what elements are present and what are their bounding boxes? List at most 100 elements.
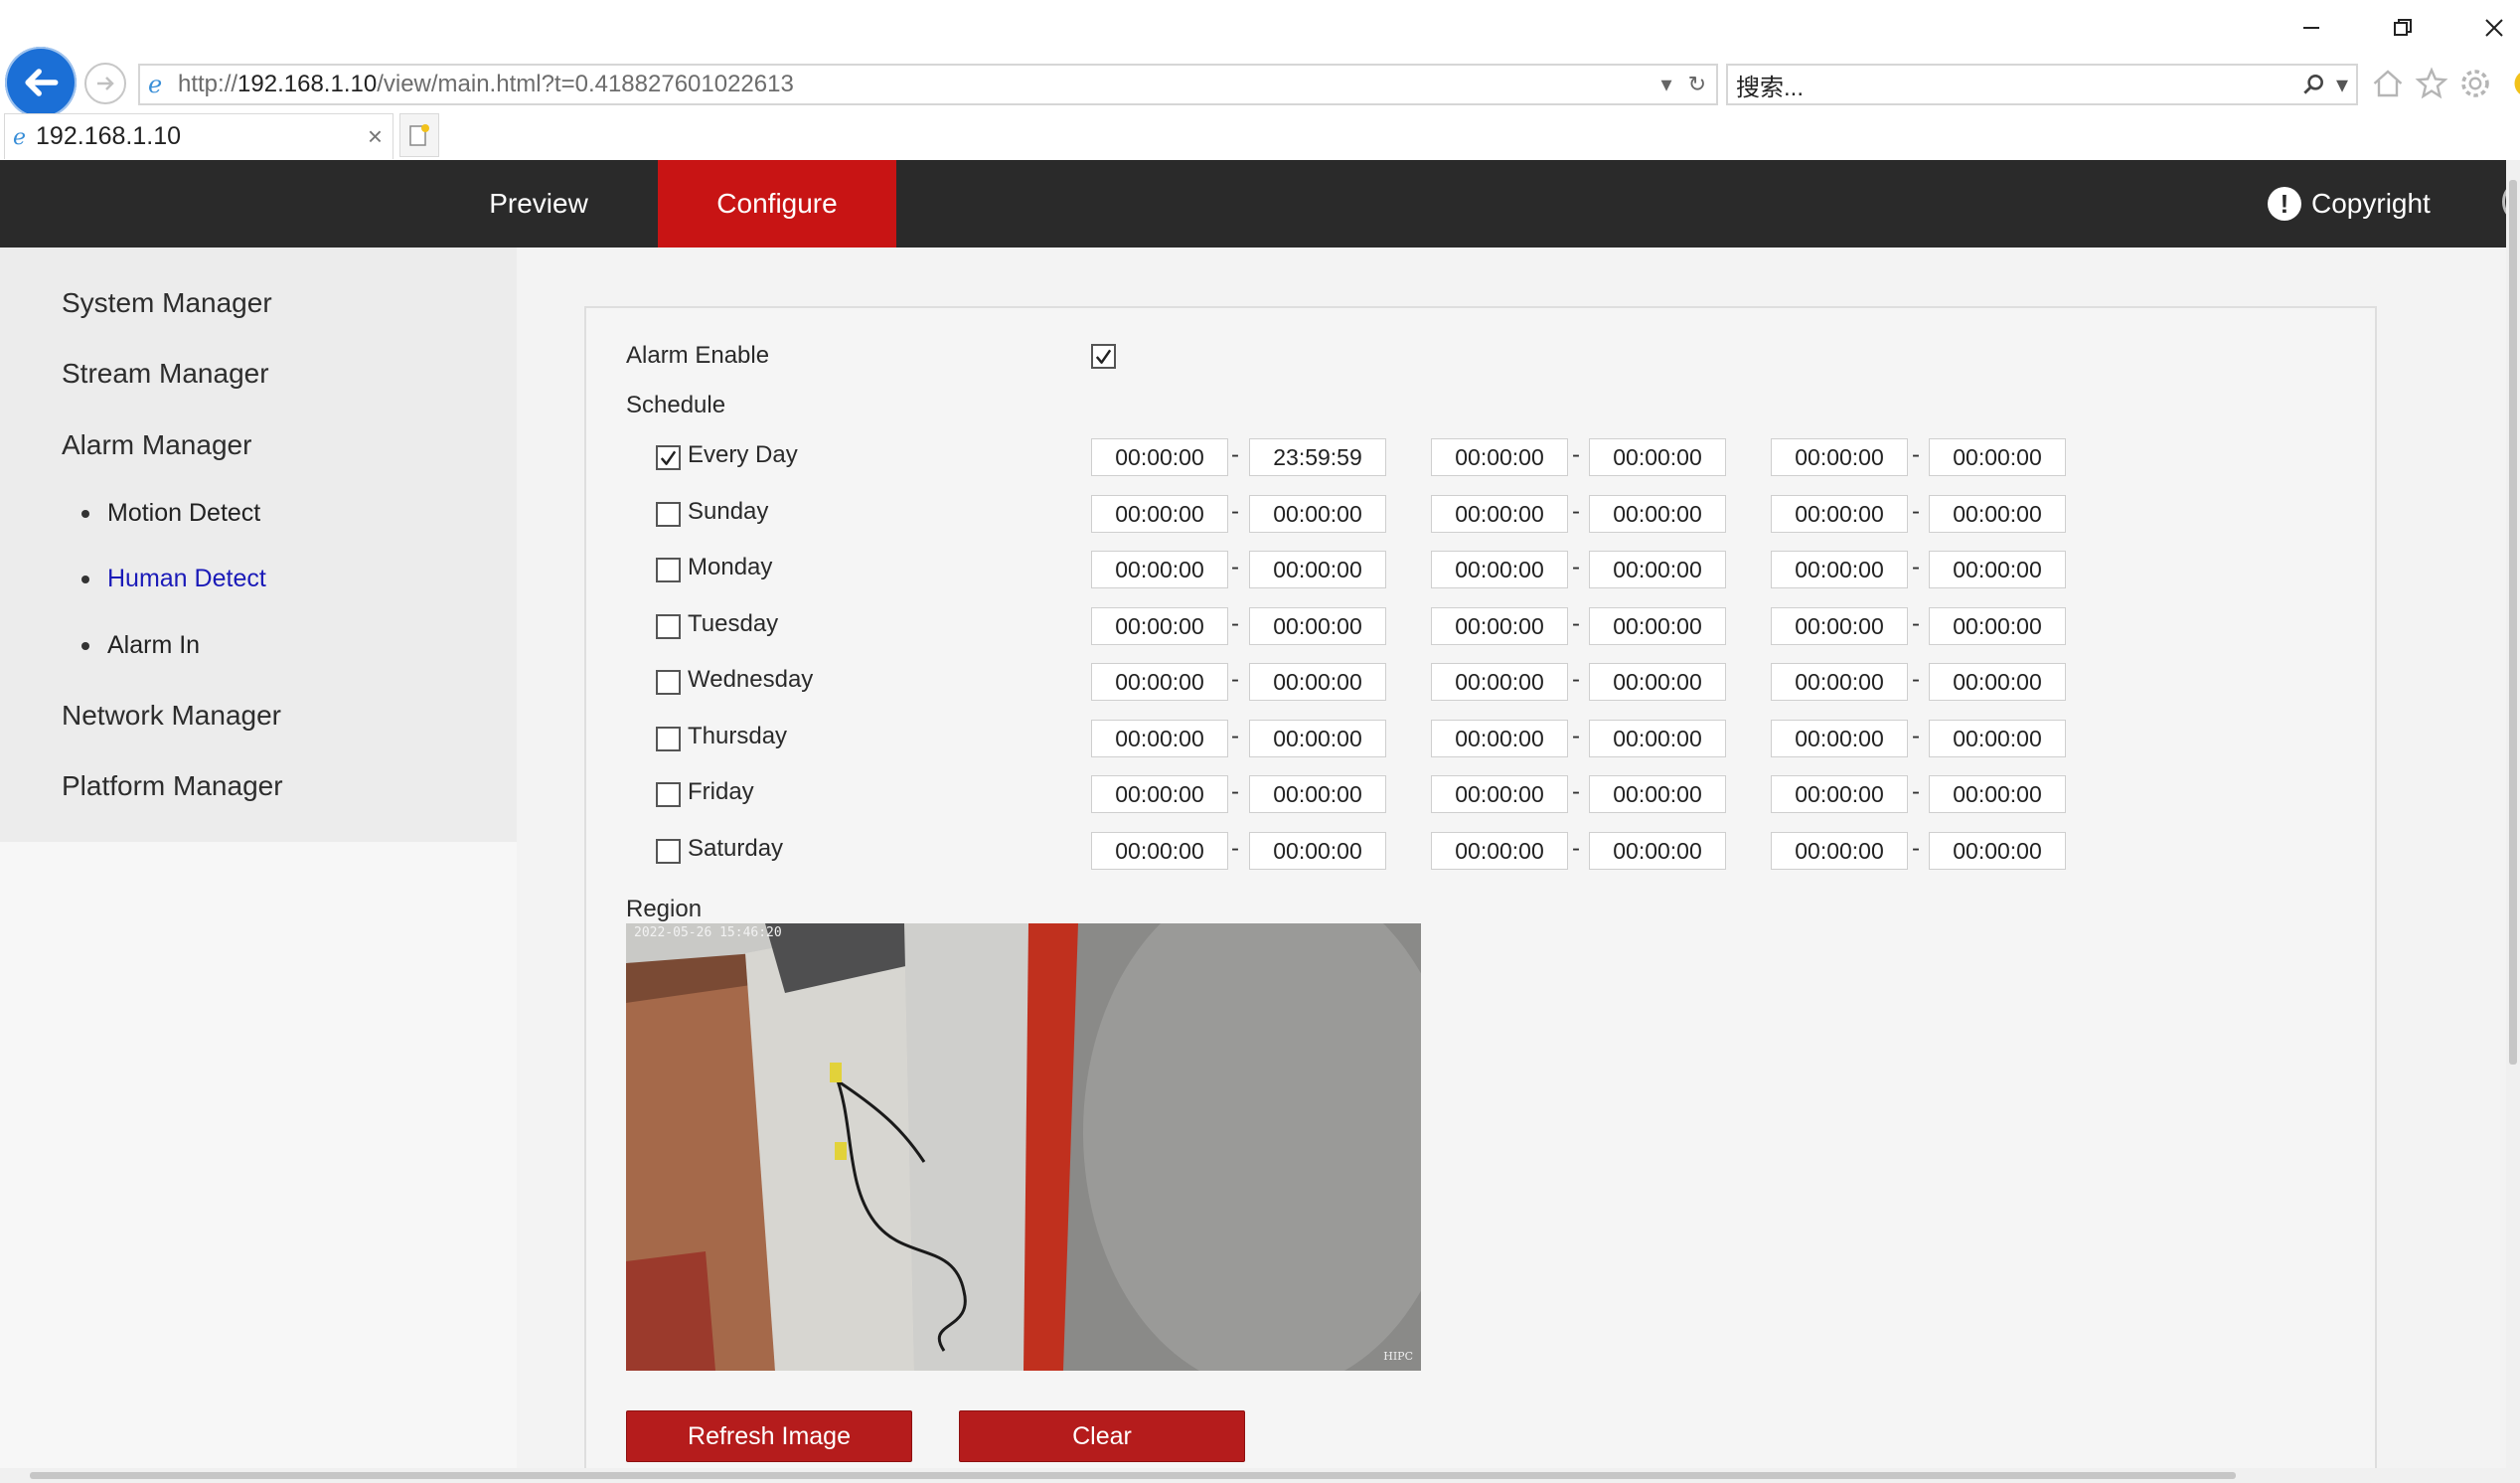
time-input-saturday-3[interactable]: [1431, 832, 1568, 870]
time-input-saturday-5[interactable]: [1771, 832, 1908, 870]
search-input[interactable]: 搜索... ▾: [1726, 64, 2358, 105]
sidebar-subitem-human-detect[interactable]: Human Detect: [81, 565, 266, 593]
time-input-every-day-3[interactable]: [1431, 438, 1568, 476]
sidebar-item-alarm-manager[interactable]: Alarm Manager: [62, 429, 251, 461]
sidebar-subitem-motion-detect[interactable]: Motion Detect: [81, 499, 260, 528]
minimize-icon[interactable]: [2282, 6, 2341, 50]
back-arrow-icon[interactable]: [5, 47, 77, 118]
vertical-scrollbar[interactable]: [2506, 160, 2520, 1468]
time-input-friday-4[interactable]: [1589, 775, 1726, 813]
tab-configure[interactable]: Configure: [658, 160, 896, 247]
horizontal-scrollbar[interactable]: [0, 1468, 2520, 1483]
time-input-thursday-5[interactable]: [1771, 720, 1908, 757]
day-label-wednesday: Wednesday: [688, 666, 814, 693]
alarm-enable-checkbox[interactable]: [1091, 344, 1116, 369]
time-input-saturday-2[interactable]: [1249, 832, 1386, 870]
tab-preview[interactable]: Preview: [437, 160, 640, 247]
checkbox-friday[interactable]: [656, 782, 681, 807]
forward-arrow-icon[interactable]: [84, 63, 126, 104]
time-input-tuesday-2[interactable]: [1249, 607, 1386, 645]
sidebar-item-platform-manager[interactable]: Platform Manager: [62, 770, 283, 802]
time-input-monday-5[interactable]: [1771, 551, 1908, 588]
time-input-friday-6[interactable]: [1929, 775, 2066, 813]
time-input-friday-1[interactable]: [1091, 775, 1228, 813]
checkbox-every-day[interactable]: [656, 445, 681, 470]
time-input-every-day-6[interactable]: [1929, 438, 2066, 476]
time-input-wednesday-3[interactable]: [1431, 663, 1568, 701]
time-input-wednesday-6[interactable]: [1929, 663, 2066, 701]
time-input-sunday-5[interactable]: [1771, 495, 1908, 533]
time-input-saturday-6[interactable]: [1929, 832, 2066, 870]
time-input-monday-1[interactable]: [1091, 551, 1228, 588]
time-input-thursday-6[interactable]: [1929, 720, 2066, 757]
sidebar-item-system-manager[interactable]: System Manager: [62, 287, 272, 319]
time-input-friday-5[interactable]: [1771, 775, 1908, 813]
time-input-wednesday-4[interactable]: [1589, 663, 1726, 701]
checkbox-saturday[interactable]: [656, 839, 681, 864]
time-input-sunday-3[interactable]: [1431, 495, 1568, 533]
clear-button[interactable]: Clear: [959, 1410, 1245, 1462]
dropdown-arrow-icon[interactable]: ▾: [1661, 72, 1672, 97]
time-input-sunday-2[interactable]: [1249, 495, 1386, 533]
favorites-star-icon[interactable]: [2414, 66, 2449, 101]
time-input-wednesday-2[interactable]: [1249, 663, 1386, 701]
copyright-link[interactable]: ! Copyright: [2268, 160, 2431, 247]
time-input-tuesday-4[interactable]: [1589, 607, 1726, 645]
address-bar[interactable]: ℯ http://192.168.1.10/view/main.html?t=0…: [138, 64, 1718, 105]
vertical-scrollbar-thumb[interactable]: [2509, 180, 2517, 1065]
time-input-monday-6[interactable]: [1929, 551, 2066, 588]
time-input-every-day-2[interactable]: [1249, 438, 1386, 476]
search-dropdown-icon[interactable]: ▾: [2336, 71, 2348, 99]
time-input-monday-4[interactable]: [1589, 551, 1726, 588]
checkbox-sunday[interactable]: [656, 502, 681, 527]
time-input-saturday-1[interactable]: [1091, 832, 1228, 870]
checkbox-thursday[interactable]: [656, 727, 681, 751]
time-input-every-day-1[interactable]: [1091, 438, 1228, 476]
time-input-sunday-1[interactable]: [1091, 495, 1228, 533]
refresh-image-button[interactable]: Refresh Image: [626, 1410, 912, 1462]
time-input-tuesday-6[interactable]: [1929, 607, 2066, 645]
time-range-dash: -: [1572, 778, 1580, 805]
time-input-thursday-2[interactable]: [1249, 720, 1386, 757]
region-video-preview[interactable]: 2022-05-26 15:46:20 HIPC: [626, 923, 1421, 1371]
time-range-dash: -: [1572, 666, 1580, 693]
time-input-every-day-5[interactable]: [1771, 438, 1908, 476]
time-input-tuesday-1[interactable]: [1091, 607, 1228, 645]
horizontal-scrollbar-thumb[interactable]: [30, 1472, 2236, 1479]
time-input-saturday-4[interactable]: [1589, 832, 1726, 870]
time-input-thursday-1[interactable]: [1091, 720, 1228, 757]
close-window-icon[interactable]: [2464, 6, 2520, 50]
checkbox-tuesday[interactable]: [656, 614, 681, 639]
smiley-feedback-icon[interactable]: [2501, 66, 2520, 101]
video-timestamp: 2022-05-26 15:46:20: [634, 925, 782, 940]
checkbox-monday[interactable]: [656, 558, 681, 582]
sidebar-item-stream-manager[interactable]: Stream Manager: [62, 358, 269, 390]
tab-close-icon[interactable]: ×: [368, 121, 383, 152]
time-input-tuesday-3[interactable]: [1431, 607, 1568, 645]
search-icon[interactable]: [2300, 72, 2326, 97]
time-range-dash: -: [1231, 835, 1239, 862]
time-input-monday-2[interactable]: [1249, 551, 1386, 588]
sidebar-item-network-manager[interactable]: Network Manager: [62, 700, 281, 732]
checkbox-wednesday[interactable]: [656, 670, 681, 695]
time-input-friday-3[interactable]: [1431, 775, 1568, 813]
time-input-thursday-4[interactable]: [1589, 720, 1726, 757]
time-input-wednesday-1[interactable]: [1091, 663, 1228, 701]
time-input-tuesday-5[interactable]: [1771, 607, 1908, 645]
time-input-sunday-6[interactable]: [1929, 495, 2066, 533]
time-range-dash: -: [1572, 723, 1580, 749]
settings-gear-icon[interactable]: [2457, 66, 2493, 101]
sidebar-subitem-alarm-in[interactable]: Alarm In: [81, 631, 200, 660]
restore-icon[interactable]: [2373, 6, 2433, 50]
time-input-friday-2[interactable]: [1249, 775, 1386, 813]
time-input-wednesday-5[interactable]: [1771, 663, 1908, 701]
time-input-every-day-4[interactable]: [1589, 438, 1726, 476]
home-icon[interactable]: [2370, 66, 2406, 101]
browser-tab[interactable]: ℯ 192.168.1.10 ×: [4, 113, 394, 159]
time-input-monday-3[interactable]: [1431, 551, 1568, 588]
time-input-sunday-4[interactable]: [1589, 495, 1726, 533]
day-label-thursday: Thursday: [688, 723, 788, 749]
time-input-thursday-3[interactable]: [1431, 720, 1568, 757]
new-tab-icon[interactable]: [399, 113, 439, 157]
refresh-icon[interactable]: ↻: [1688, 72, 1706, 97]
